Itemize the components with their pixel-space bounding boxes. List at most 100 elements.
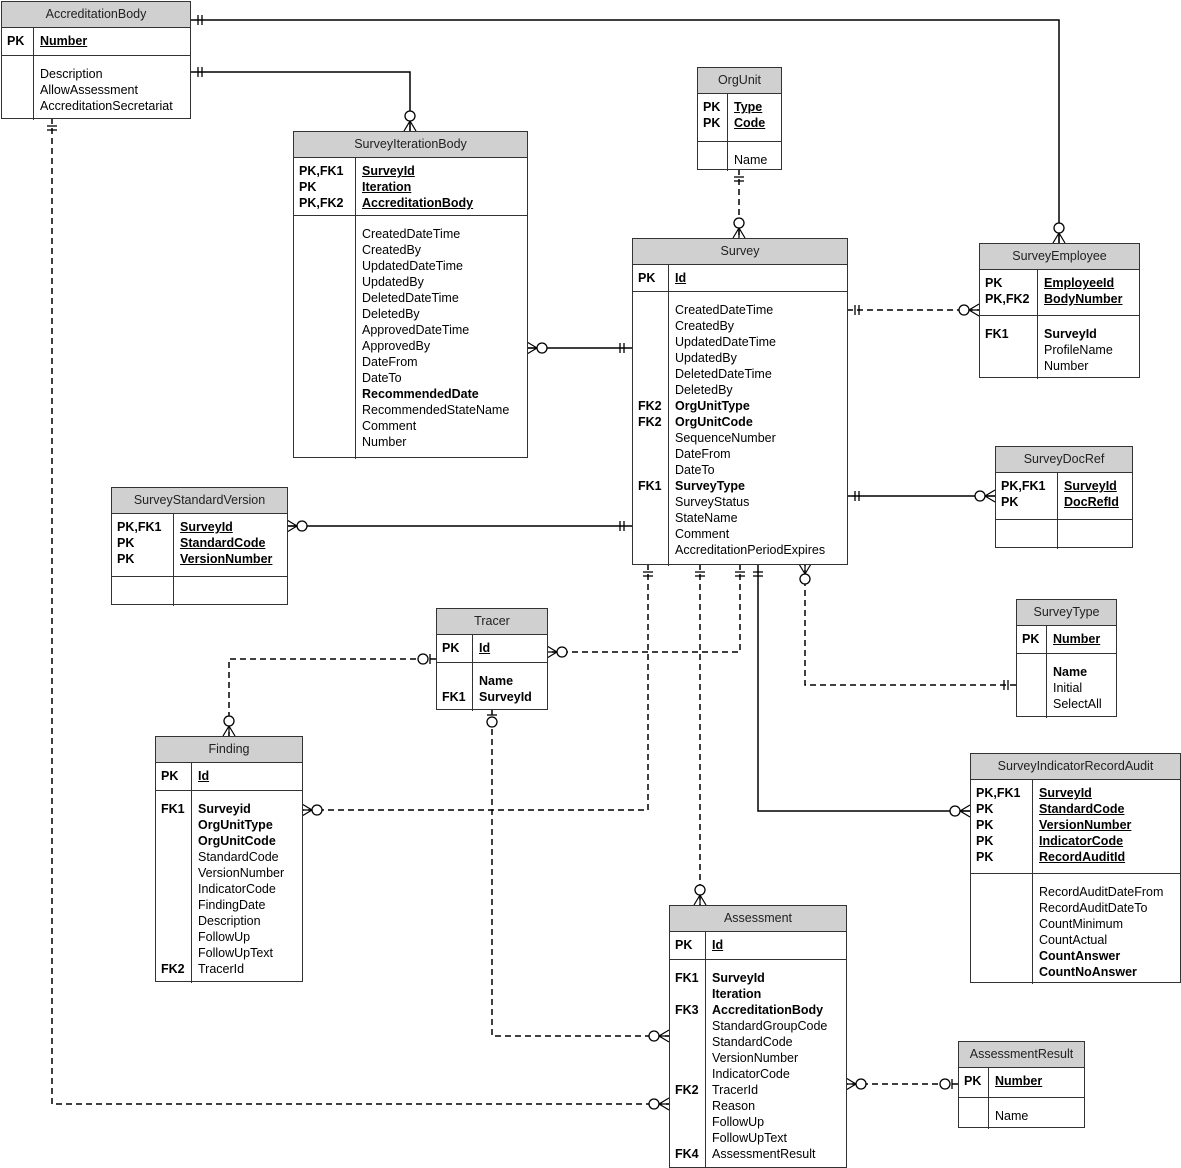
attribute-name: DeletedDateTime bbox=[362, 291, 459, 305]
attribute-key bbox=[1022, 680, 1046, 696]
optional-circle-icon bbox=[486, 716, 498, 728]
attribute-name: AssessmentResult bbox=[712, 1147, 816, 1161]
attribute-key bbox=[675, 1034, 705, 1050]
attribute-name: Name bbox=[1053, 665, 1088, 679]
entity-title: SurveyIndicatorRecordAudit bbox=[971, 754, 1180, 780]
attribute-key: PK,FK1 bbox=[1001, 479, 1046, 493]
optional-circle-icon bbox=[855, 1078, 867, 1090]
attribute-name: TracerId bbox=[712, 1083, 759, 1097]
attribute-key bbox=[964, 1108, 988, 1124]
attribute-section bbox=[996, 520, 1132, 549]
attribute-key: FK1 bbox=[638, 479, 662, 493]
attribute-key: FK1 bbox=[985, 327, 1009, 341]
entity-assessment[interactable]: Assessment PK Id FK1 FK3 FK2 FK4 SurveyId Iterat… bbox=[669, 905, 847, 1168]
entity-survey-standard-version[interactable]: SurveyStandardVersion PK,FK1 PK PK SurveyId S… bbox=[111, 487, 288, 606]
attribute-section: Description AllowAssessment AccreditationS… bbox=[2, 56, 190, 120]
attribute-name: IndicatorCode bbox=[198, 882, 276, 896]
key-column bbox=[2, 56, 34, 120]
optional-circle-icon bbox=[311, 804, 323, 816]
attribute-key bbox=[161, 817, 191, 833]
crows-foot-icon bbox=[693, 893, 707, 906]
attribute-key bbox=[675, 1050, 705, 1066]
entity-survey[interactable]: Survey PK Id FK2 FK2 FK1 CreatedDateTime Create… bbox=[632, 238, 848, 566]
attribute-name: CountActual bbox=[1039, 933, 1108, 947]
attribute-key: PK bbox=[638, 271, 656, 285]
key-column: PK bbox=[633, 265, 669, 291]
entity-survey-employee[interactable]: SurveyEmployee PK PK,FK2 EmployeeId BodyNumb… bbox=[979, 243, 1140, 379]
optional-circle-icon bbox=[648, 1030, 660, 1042]
crows-foot-icon bbox=[1052, 231, 1066, 244]
relationship-line bbox=[547, 564, 741, 653]
key-column: PK bbox=[2, 28, 34, 55]
attribute-name: TracerId bbox=[198, 962, 245, 976]
entity-tracer[interactable]: Tracer PK Id FK1 Name SurveyId bbox=[436, 608, 548, 711]
primary-key-section: PK Number bbox=[959, 1068, 1084, 1098]
key-column: FK2 FK2 FK1 bbox=[633, 292, 669, 566]
entity-title: SurveyType bbox=[1017, 600, 1116, 626]
attribute-name: CreatedBy bbox=[675, 319, 735, 333]
attribute-name: RecommendedDate bbox=[362, 387, 479, 401]
attribute-section bbox=[112, 577, 287, 606]
optional-circle-icon bbox=[648, 1098, 660, 1110]
attribute-key bbox=[7, 98, 33, 114]
attribute-key bbox=[299, 242, 355, 258]
entity-title: AssessmentResult bbox=[959, 1042, 1084, 1068]
entity-survey-indicator-record-audit[interactable]: SurveyIndicatorRecordAudit PK,FK1 PK PK PK PK… bbox=[970, 753, 1181, 984]
attribute-key bbox=[161, 929, 191, 945]
attribute-key: PK bbox=[976, 850, 994, 864]
key-column: PK,FK1 PK PK PK PK bbox=[971, 780, 1033, 873]
key-column: FK1 FK2 bbox=[156, 791, 192, 983]
attribute-key bbox=[299, 274, 355, 290]
attribute-name: Description bbox=[198, 914, 261, 928]
entity-survey-doc-ref[interactable]: SurveyDocRef PK,FK1 PK SurveyId DocRefId bbox=[995, 446, 1133, 549]
attribute-key: PK bbox=[117, 552, 135, 566]
attribute-key bbox=[638, 526, 668, 542]
er-diagram: AccreditationBody PK Number Description Allo… bbox=[0, 0, 1181, 1168]
entity-accreditation-body[interactable]: AccreditationBody PK Number Description Allo… bbox=[1, 1, 191, 120]
attribute-key bbox=[299, 402, 355, 418]
attribute-key bbox=[976, 884, 1032, 900]
crows-foot-icon bbox=[657, 1029, 670, 1043]
attribute-key bbox=[638, 446, 668, 462]
attribute-name: Number bbox=[362, 435, 407, 449]
key-column: FK1 bbox=[980, 316, 1038, 379]
attribute-key: PK bbox=[442, 641, 460, 655]
optional-circle-icon bbox=[1053, 222, 1065, 234]
key-column: PK PK,FK2 bbox=[980, 270, 1038, 315]
attribute-name: Id bbox=[198, 769, 210, 783]
optional-circle-icon bbox=[799, 573, 811, 585]
key-column bbox=[112, 577, 174, 606]
attribute-name: Description bbox=[40, 67, 103, 81]
attribute-name: ApprovedBy bbox=[362, 339, 431, 353]
attribute-key: PK bbox=[703, 116, 721, 130]
attribute-section: Name Initial SelectAll bbox=[1017, 654, 1116, 718]
attribute-name: CreatedBy bbox=[362, 243, 422, 257]
attribute-name: Reason bbox=[712, 1099, 756, 1113]
attribute-section: CreatedDateTime CreatedBy UpdatedDateTime U… bbox=[294, 216, 527, 459]
relationship-line bbox=[804, 564, 1016, 686]
entity-title: SurveyEmployee bbox=[980, 244, 1139, 270]
key-column: PK PK bbox=[698, 94, 728, 141]
key-column: PK bbox=[156, 763, 192, 790]
attribute-key: PK bbox=[117, 536, 135, 550]
entity-finding[interactable]: Finding PK Id FK1 FK2 Surveyid OrgUnitType OrgU… bbox=[155, 736, 303, 983]
entity-title: SurveyIterationBody bbox=[294, 132, 527, 158]
attribute-key bbox=[638, 430, 668, 446]
attribute-name: DeletedBy bbox=[362, 307, 420, 321]
key-column: PK bbox=[1017, 626, 1047, 653]
entity-survey-type[interactable]: SurveyType PK Number Name Initial SelectAll bbox=[1016, 599, 1117, 718]
primary-key-section: PK Number bbox=[1017, 626, 1116, 654]
attribute-name: CountAnswer bbox=[1039, 949, 1121, 963]
attribute-key bbox=[675, 1066, 705, 1082]
attribute-name: FollowUp bbox=[198, 930, 251, 944]
entity-assessment-result[interactable]: AssessmentResult PK Number Name bbox=[958, 1041, 1085, 1129]
attribute-key: PK,FK1 bbox=[976, 786, 1021, 800]
attribute-name: Name bbox=[479, 674, 514, 688]
entity-org-unit[interactable]: OrgUnit PK PK Type Code Name bbox=[697, 67, 782, 171]
entity-survey-iteration-body[interactable]: SurveyIterationBody PK,FK1 PK PK,FK2 SurveyI… bbox=[293, 131, 528, 459]
entity-title: Tracer bbox=[437, 609, 547, 635]
attribute-name: FollowUpText bbox=[198, 946, 274, 960]
crows-foot-icon bbox=[657, 1097, 670, 1111]
key-column: PK bbox=[959, 1068, 989, 1097]
attribute-name: IndicatorCode bbox=[1039, 834, 1124, 848]
